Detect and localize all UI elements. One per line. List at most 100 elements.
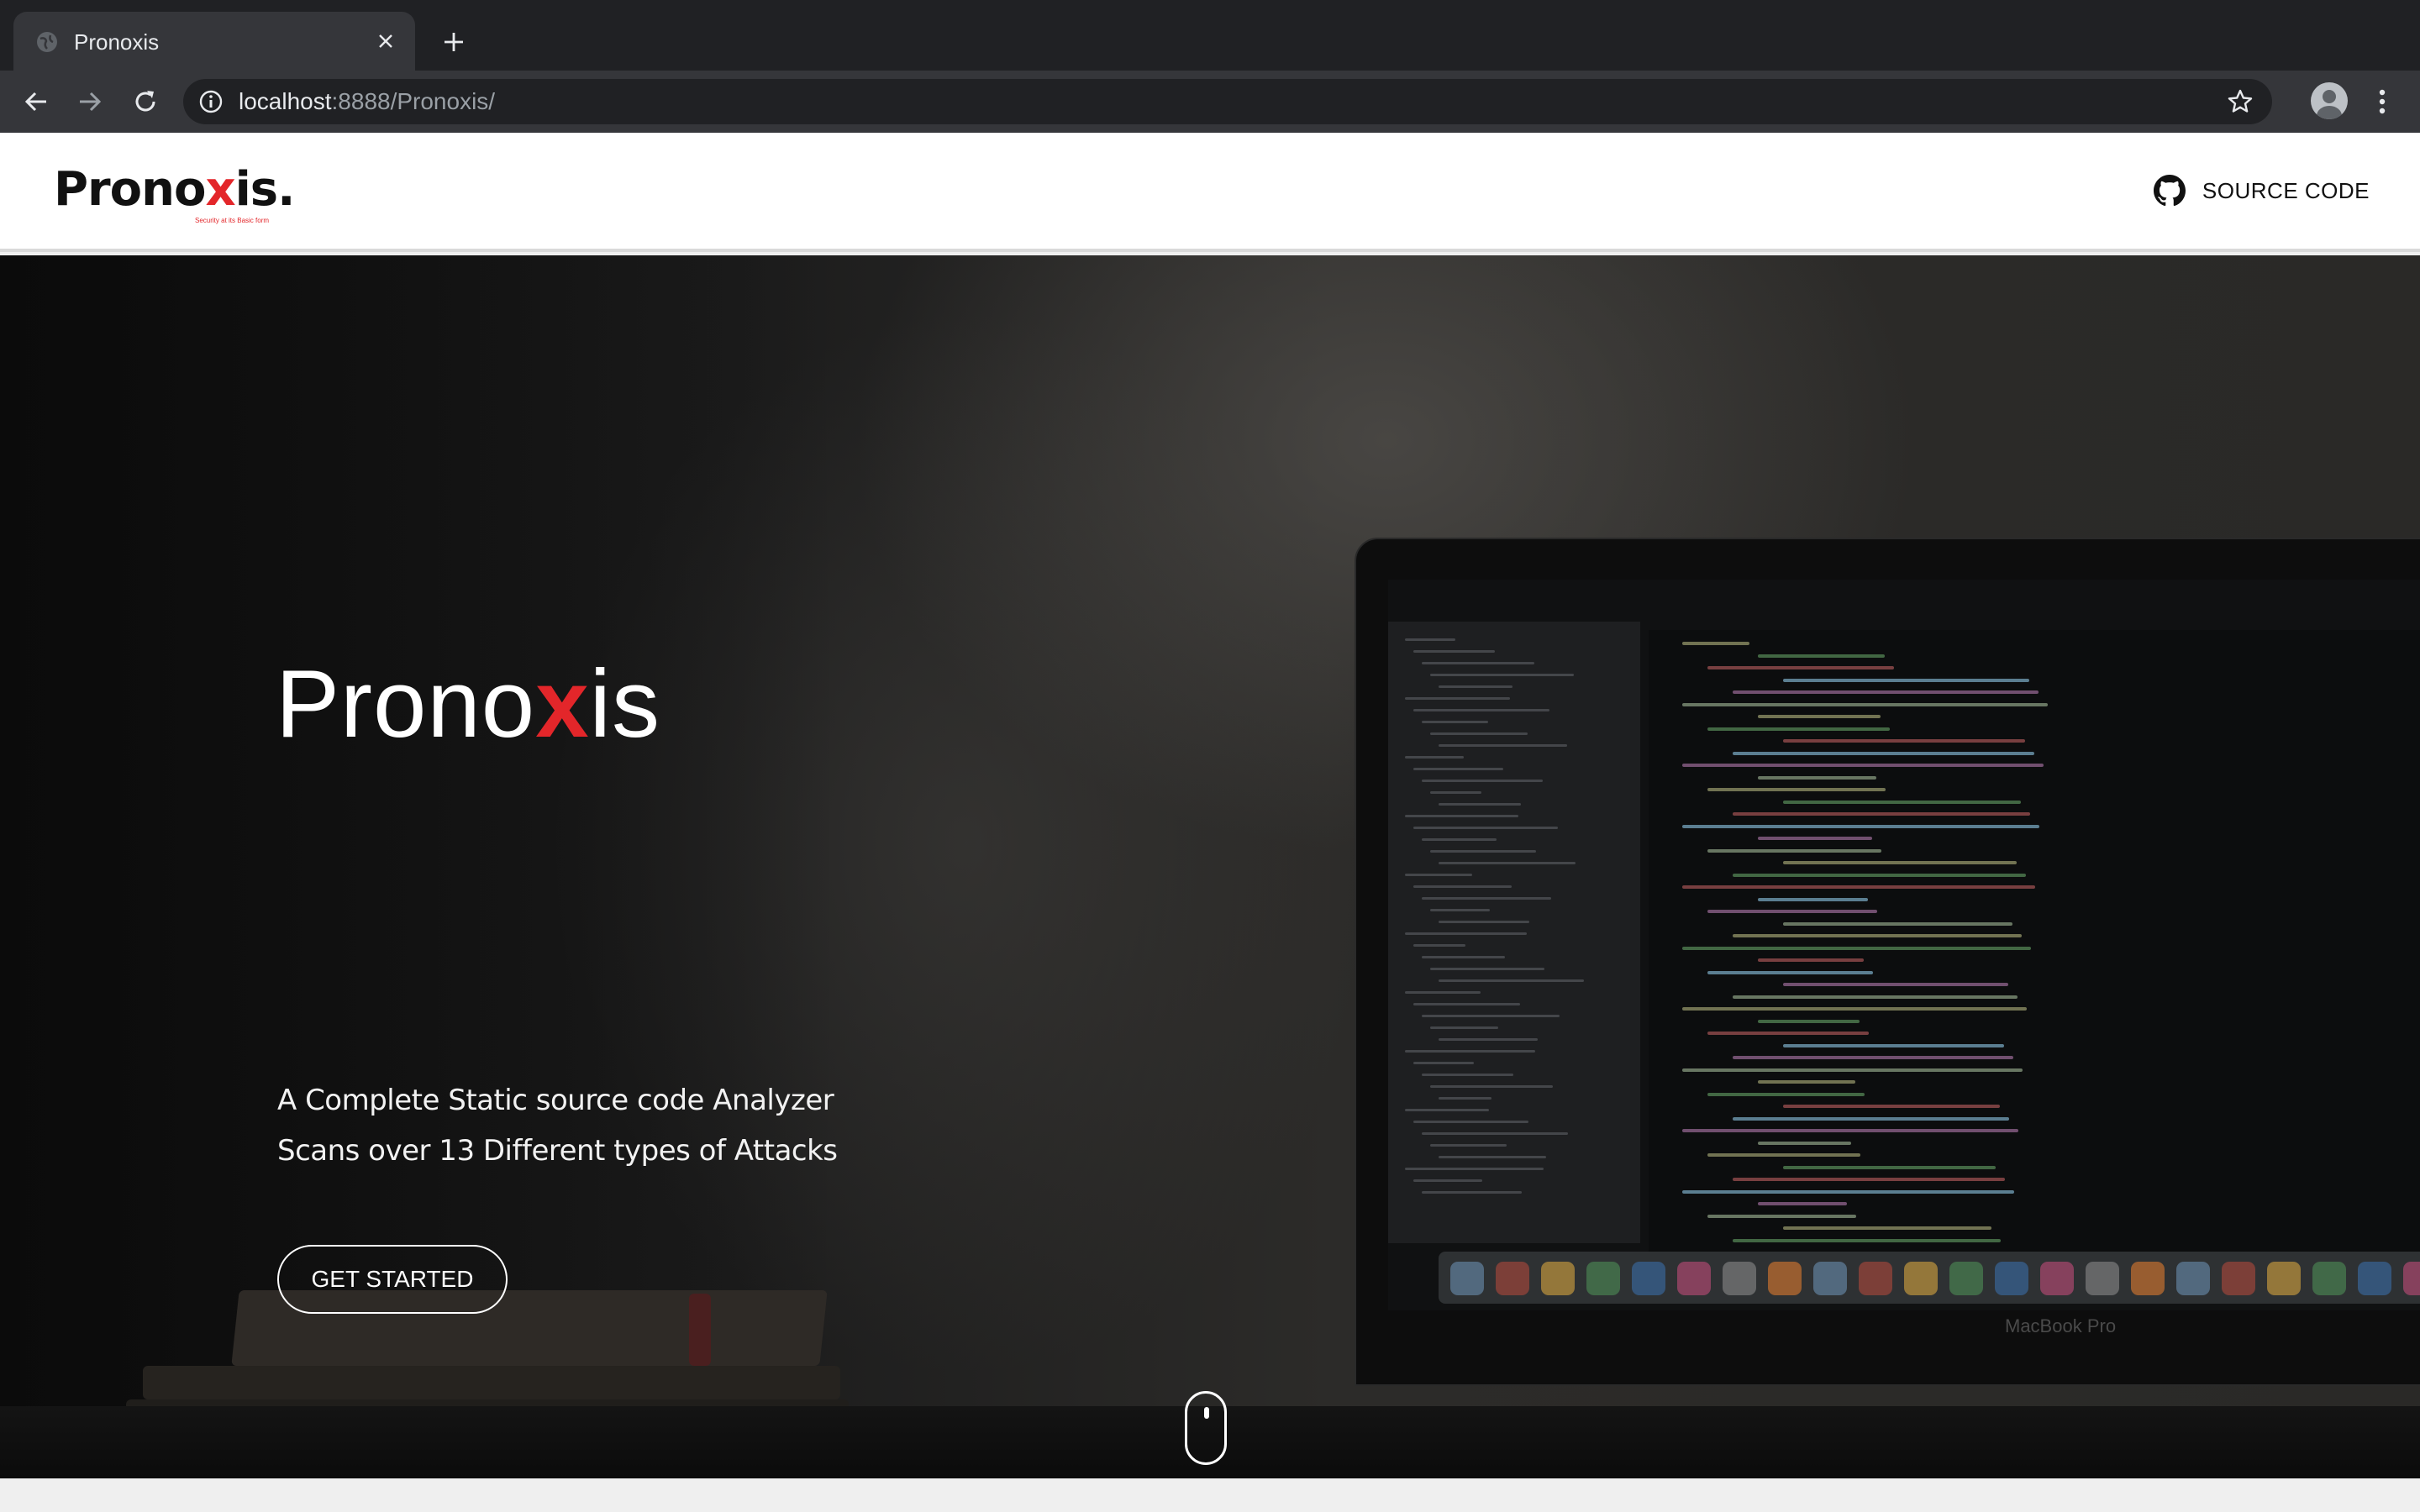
laptop-screen bbox=[1388, 580, 2420, 1310]
ide-code-line bbox=[1758, 1202, 1847, 1205]
mouse-scroll-icon[interactable] bbox=[1185, 1391, 1227, 1465]
ide-code-line bbox=[1733, 1056, 2013, 1059]
dock-app-icon bbox=[2131, 1262, 2165, 1295]
profile-avatar[interactable] bbox=[2311, 82, 2348, 119]
ide-tree-line bbox=[1422, 721, 1488, 723]
ide-code-line bbox=[1707, 666, 1894, 669]
more-vert-icon[interactable] bbox=[2368, 82, 2396, 121]
source-code-link[interactable]: SOURCE CODE bbox=[2153, 175, 2370, 207]
address-bar[interactable]: localhost:8888/Pronoxis/ bbox=[183, 79, 2272, 124]
url-text[interactable]: localhost:8888/Pronoxis/ bbox=[239, 88, 495, 115]
ide-tree-line bbox=[1413, 650, 1495, 653]
ide-code-line bbox=[1758, 1080, 1855, 1084]
ide-code-line bbox=[1733, 1238, 2001, 1242]
ide-code-line bbox=[1707, 1032, 1869, 1035]
ide-tree-line bbox=[1413, 1003, 1520, 1005]
dock-app-icon bbox=[2267, 1262, 2301, 1295]
url-host: localhost bbox=[239, 88, 332, 114]
ide-code-line bbox=[1733, 1116, 2009, 1121]
ide-code-line bbox=[1758, 775, 1876, 780]
ide-code-line bbox=[1783, 921, 2012, 926]
ide-code-line bbox=[1682, 1007, 2027, 1011]
next-section-edge bbox=[0, 1478, 2420, 1512]
info-icon[interactable] bbox=[198, 89, 224, 114]
dock-app-icon bbox=[1677, 1262, 1711, 1295]
hero-title-pre: Prono bbox=[276, 651, 536, 758]
ide-tree-line bbox=[1439, 862, 1576, 864]
ide-tree-line bbox=[1422, 956, 1505, 958]
ide-tree-line bbox=[1422, 1015, 1560, 1017]
ide-tree-line bbox=[1430, 791, 1481, 794]
reload-icon[interactable] bbox=[126, 82, 165, 121]
tab-title: Pronoxis bbox=[74, 29, 160, 55]
ide-tree-line bbox=[1413, 768, 1503, 770]
site-logo[interactable]: Pronoxis. Security at its Basic form bbox=[54, 162, 295, 225]
back-arrow-icon[interactable] bbox=[17, 82, 55, 121]
ide-code-line bbox=[1733, 1178, 2005, 1181]
ide-editor-image bbox=[1649, 630, 2420, 1252]
ide-tree-line bbox=[1413, 944, 1465, 947]
ide-tree-line bbox=[1405, 1109, 1489, 1111]
ide-code-line bbox=[1733, 690, 2039, 694]
close-icon[interactable] bbox=[371, 27, 400, 55]
ide-code-line bbox=[1733, 934, 2022, 937]
ide-tree-line bbox=[1430, 850, 1536, 853]
ide-code-line bbox=[1707, 970, 1873, 974]
star-icon[interactable] bbox=[2227, 88, 2254, 115]
ide-code-line bbox=[1783, 1165, 1996, 1169]
globe-icon bbox=[37, 32, 57, 52]
hero-title: Pronoxis bbox=[276, 650, 660, 759]
ide-tree-line bbox=[1430, 909, 1490, 911]
ide-code-line bbox=[1758, 1019, 1860, 1023]
ide-code-line bbox=[1758, 715, 1881, 718]
ide-code-line bbox=[1758, 1141, 1851, 1145]
browser-tab-active[interactable]: Pronoxis bbox=[13, 12, 415, 71]
ide-tree-line bbox=[1439, 1097, 1491, 1100]
ide-tree-line bbox=[1422, 1074, 1513, 1076]
ide-code-line bbox=[1682, 824, 2039, 828]
dock-app-icon bbox=[1813, 1262, 1847, 1295]
logo-text-x: x bbox=[205, 162, 235, 217]
dock-app-icon bbox=[1632, 1262, 1665, 1295]
ide-code-line bbox=[1682, 946, 2031, 950]
ide-tree-line bbox=[1439, 1038, 1538, 1041]
ide-tree-line bbox=[1422, 1191, 1522, 1194]
ide-code-line bbox=[1733, 751, 2034, 755]
ide-tree-line bbox=[1405, 874, 1472, 876]
ide-code-line bbox=[1783, 678, 2029, 682]
ide-code-line bbox=[1707, 727, 1890, 731]
ide-tree-line bbox=[1422, 1132, 1568, 1135]
ide-tree-line bbox=[1430, 1026, 1498, 1029]
hero-title-x: x bbox=[535, 651, 590, 758]
dock-app-icon bbox=[1949, 1262, 1983, 1295]
ide-tree-line bbox=[1405, 697, 1510, 700]
ide-code-line bbox=[1682, 642, 1749, 645]
ide-tree-line bbox=[1439, 921, 1529, 923]
hero-subtitle-line-1: A Complete Static source code Analyzer bbox=[277, 1084, 834, 1117]
source-code-label: SOURCE CODE bbox=[2202, 177, 2370, 203]
logo-tagline: Security at its Basic form bbox=[195, 217, 270, 224]
dock-app-icon bbox=[2040, 1262, 2074, 1295]
ide-tree-line bbox=[1405, 1050, 1535, 1053]
ide-code-line bbox=[1682, 764, 2044, 767]
ide-code-line bbox=[1783, 1226, 1991, 1230]
ide-code-line bbox=[1707, 1214, 1856, 1218]
ide-tree-line bbox=[1405, 932, 1527, 935]
get-started-button[interactable]: GET STARTED bbox=[277, 1245, 508, 1314]
plus-icon[interactable] bbox=[435, 24, 472, 60]
ide-tree-line bbox=[1439, 1156, 1546, 1158]
ide-code-line bbox=[1707, 788, 1886, 791]
ide-tree-line bbox=[1422, 662, 1534, 664]
forward-arrow-icon[interactable] bbox=[71, 82, 109, 121]
dock-app-icon bbox=[1541, 1262, 1575, 1295]
browser-tab-strip: Pronoxis bbox=[0, 0, 2420, 71]
ide-code-line bbox=[1682, 1129, 2018, 1132]
ide-tree-line bbox=[1430, 732, 1528, 735]
ide-code-line bbox=[1783, 861, 2017, 864]
ide-code-line bbox=[1758, 958, 1864, 962]
ide-tree-line bbox=[1422, 838, 1497, 841]
github-icon bbox=[2153, 175, 2186, 207]
ide-code-line bbox=[1783, 1043, 2004, 1047]
ide-code-line bbox=[1758, 837, 1872, 840]
ide-code-line bbox=[1733, 995, 2018, 999]
